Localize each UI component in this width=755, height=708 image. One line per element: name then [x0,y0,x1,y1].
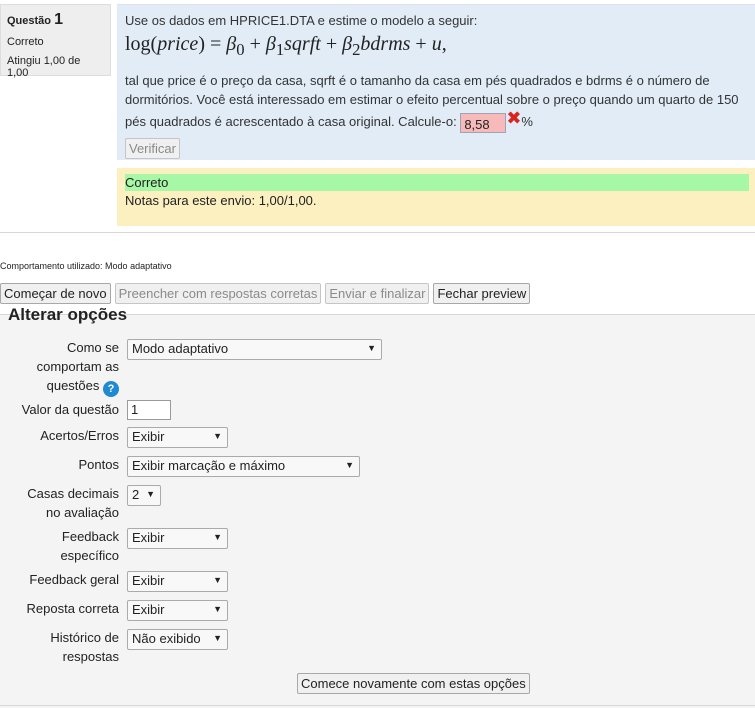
behaviour-select[interactable]: Modo adaptativo ▼ [127,339,382,360]
chevron-down-icon: ▼ [213,604,222,614]
general-feedback-select[interactable]: Exibir ▼ [127,571,228,592]
chevron-down-icon: ▼ [146,489,155,499]
submit-finish-button[interactable]: Enviar e finalizar [325,283,430,304]
marks-label: Pontos [78,457,119,472]
restart-button[interactable]: Começar de novo [0,283,111,304]
chevron-down-icon: ▼ [213,575,222,585]
decimals-select[interactable]: 2 ▼ [127,485,161,506]
fill-correct-button[interactable]: Preencher com respostas corretas [114,283,322,304]
correctness-label: Acertos/Erros [40,428,119,443]
chevron-down-icon: ▼ [213,431,222,441]
right-answer-select[interactable]: Exibir ▼ [127,600,228,621]
incorrect-icon: ✖ [506,108,522,128]
answer-unit: % [521,114,533,129]
question-body: tal que price é o preço da casa, sqrft é… [125,73,739,129]
feedback-outcome: Correto Notas para este envio: 1,00/1,00… [117,168,755,226]
behaviour-label: Como se comportam as questões ? [36,340,119,397]
chevron-down-icon: ▼ [367,343,376,353]
mark-label: Valor da questão [21,402,119,417]
model-formula: log(price) = β0 + β1sqrft + β2bdrms + u, [125,33,447,59]
question-label: Questão [7,15,52,27]
restart-with-options-button[interactable]: Comece novamente com estas opções [297,673,530,694]
decimals-label: Casas decimais no avaliação [27,486,119,520]
question-state: Correto [7,36,44,48]
specific-feedback-label: Feedback específico [60,529,119,563]
options-fieldset: Como se comportam as questões ? Modo ada… [0,314,755,708]
answer-input[interactable]: 8,58 [460,112,507,133]
check-button[interactable]: Verificar [125,137,180,159]
question-number: Questão 1 [7,11,104,29]
correctness-select[interactable]: Exibir ▼ [127,427,228,448]
general-feedback-label: Feedback geral [29,572,119,587]
history-select[interactable]: Não exibido ▼ [127,629,228,650]
question-grade: Atingiu 1,00 de 1,00 [7,55,81,79]
behaviour-info: Comportamento utilizado: Modo adaptativo [0,261,172,271]
question-formulation: Use os dados em HPRICE1.DTA e estime o m… [117,4,755,160]
right-answer-label: Reposta correta [26,601,120,616]
question-intro: Use os dados em HPRICE1.DTA e estime o m… [125,13,478,28]
chevron-down-icon: ▼ [345,460,354,470]
preview-controls: Começar de novo Preencher com respostas … [0,283,531,304]
correctness-message: Correto [125,174,749,191]
specific-feedback-select[interactable]: Exibir ▼ [127,528,228,549]
close-preview-button[interactable]: Fechar preview [433,283,531,304]
question-text: tal que price é o preço da casa, sqrft é… [125,71,747,133]
options-legend: Alterar opções [8,305,128,324]
mark-input[interactable]: 1 [127,400,171,420]
bottom-divider [0,705,755,706]
chevron-down-icon: ▼ [213,633,222,643]
help-icon[interactable]: ? [103,381,119,397]
question-number-value: 1 [54,11,63,28]
chevron-down-icon: ▼ [213,532,222,542]
grade-details: Notas para este envio: 1,00/1,00. [125,193,317,208]
question-info: Questão 1 Correto Atingiu 1,00 de 1,00 [0,4,111,79]
history-label: Histórico de respostas [50,630,119,664]
marks-select[interactable]: Exibir marcação e máximo ▼ [127,456,360,477]
divider [0,232,755,233]
